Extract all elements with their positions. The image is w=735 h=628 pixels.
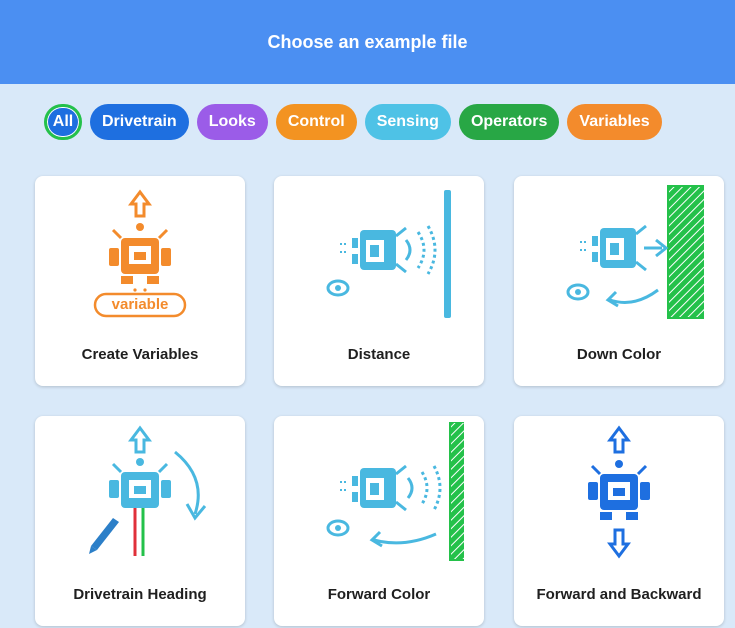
dialog-header: Choose an example file (0, 0, 735, 84)
filter-all[interactable]: All (44, 104, 82, 140)
filter-drivetrain[interactable]: Drivetrain (90, 104, 189, 140)
example-card-label: Create Variables (81, 346, 199, 363)
variable-badge-label: variable (111, 296, 169, 313)
example-grid: variable Create Variables Distance Down … (0, 160, 735, 628)
example-card-label: Drivetrain Heading (73, 586, 207, 603)
heading-robot-icon (89, 425, 207, 556)
down-color-sensor-icon (566, 185, 704, 319)
filter-control[interactable]: Control (275, 104, 357, 140)
filter-looks[interactable]: Looks (196, 104, 268, 140)
example-card-label: Distance (347, 346, 411, 363)
filter-variables[interactable]: Variables (567, 104, 662, 140)
example-card-drivetrain-heading[interactable]: Drivetrain Heading (35, 416, 245, 626)
category-filter-bar: All Drivetrain Looks Control Sensing Ope… (0, 84, 735, 160)
dialog-title: Choose an example file (267, 31, 468, 52)
example-card-create-variables[interactable]: variable Create Variables (35, 176, 245, 386)
example-card-label: Forward Color (327, 586, 431, 603)
filter-operators[interactable]: Operators (458, 104, 560, 140)
forward-backward-robot-icon (588, 425, 650, 559)
distance-sensor-icon (326, 190, 451, 318)
example-card-distance[interactable]: Distance (274, 176, 484, 386)
example-card-label: Down Color (576, 346, 662, 363)
example-card-label: Forward and Backward (536, 586, 702, 603)
forward-color-sensor-icon (326, 422, 464, 561)
filter-sensing[interactable]: Sensing (364, 104, 451, 140)
example-card-forward-color[interactable]: Forward Color (274, 416, 484, 626)
example-card-forward-and-backward[interactable]: Forward and Backward (514, 416, 724, 626)
example-card-down-color[interactable]: Down Color (514, 176, 724, 386)
